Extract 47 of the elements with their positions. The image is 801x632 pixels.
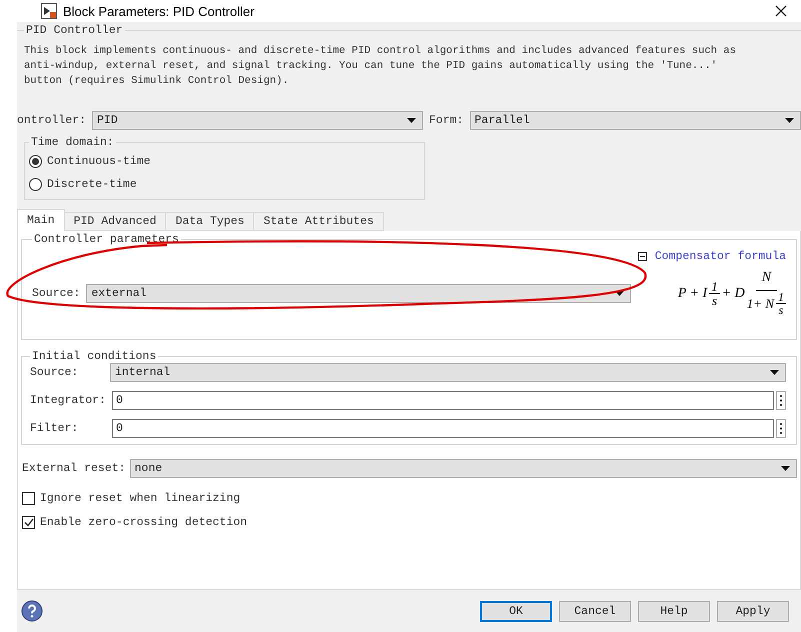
external-reset-label: External reset: bbox=[22, 462, 126, 475]
caret-icon bbox=[407, 118, 416, 123]
more-options-icon[interactable] bbox=[776, 418, 786, 438]
checkbox[interactable] bbox=[22, 516, 35, 529]
form-dropdown[interactable]: Parallel bbox=[470, 111, 801, 130]
block-description: This block implements continuous- and discrete-time PID control algorithms and includes advanced features such as anti-windup, external reset, and signal tracking. You can tune the PID gains automatically using the 'Tune...' button (requires Simulink Control Design). bbox=[24, 44, 738, 89]
group-title: Initial conditions bbox=[31, 350, 158, 363]
form-label: Form: bbox=[429, 114, 464, 127]
dialog-button[interactable]: Apply bbox=[717, 600, 789, 622]
caret-icon bbox=[615, 291, 624, 296]
group-title: Controller parameters bbox=[33, 233, 180, 246]
field-label: Integrator: bbox=[30, 394, 107, 407]
dialog-button[interactable]: Cancel bbox=[559, 600, 631, 622]
dialog-button[interactable]: OK bbox=[480, 600, 552, 622]
field-label: Filter: bbox=[30, 422, 80, 435]
compensator-formula-link[interactable]: Compensator formula bbox=[654, 250, 786, 263]
radio-label: Discrete-time bbox=[47, 178, 137, 191]
source-label: Source: bbox=[30, 366, 80, 379]
controller-dropdown[interactable]: PID bbox=[92, 111, 424, 130]
caret-icon bbox=[770, 370, 779, 375]
caret-icon bbox=[781, 466, 790, 471]
external-reset-dropdown[interactable]: none bbox=[130, 458, 797, 478]
controller-label: ontroller: bbox=[17, 114, 86, 127]
help-icon[interactable] bbox=[21, 600, 43, 622]
checkbox-label: Ignore reset when linearizing bbox=[40, 492, 240, 505]
source-dropdown[interactable]: internal bbox=[110, 362, 786, 382]
radio-button[interactable] bbox=[29, 178, 42, 191]
checkbox-label: Enable zero-crossing detection bbox=[40, 516, 248, 529]
radio-label: Continuous-time bbox=[47, 155, 151, 168]
radio-button[interactable] bbox=[29, 155, 42, 168]
tab[interactable]: PID Advanced bbox=[64, 212, 166, 231]
tab[interactable]: State Attributes bbox=[253, 212, 384, 231]
caret-icon bbox=[785, 118, 794, 123]
collapse-icon[interactable] bbox=[638, 252, 647, 261]
more-options-icon[interactable] bbox=[776, 390, 786, 410]
tab[interactable]: Data Types bbox=[165, 212, 254, 231]
window-title: Block Parameters: PID Controller bbox=[63, 4, 256, 18]
time-domain-title: Time domain: bbox=[30, 136, 115, 149]
checkbox[interactable] bbox=[22, 492, 35, 505]
dialog-button[interactable]: Help bbox=[638, 600, 710, 622]
block-title: PID Controller bbox=[25, 24, 124, 37]
source-label: Source: bbox=[32, 287, 80, 300]
input-field[interactable]: 0 bbox=[112, 390, 774, 410]
input-field[interactable]: 0 bbox=[112, 418, 774, 438]
app-icon bbox=[41, 3, 57, 19]
source-dropdown[interactable]: external bbox=[86, 284, 632, 304]
tab[interactable]: Main bbox=[17, 209, 65, 231]
